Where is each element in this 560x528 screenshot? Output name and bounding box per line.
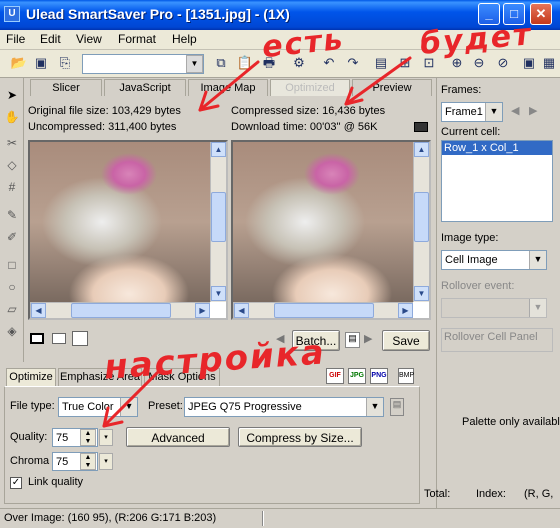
arrow-to-original-size (198, 60, 260, 112)
arrow-to-quality (102, 370, 160, 428)
annotation-arrows (102, 56, 412, 428)
arrow-to-compressed-size (344, 56, 412, 106)
